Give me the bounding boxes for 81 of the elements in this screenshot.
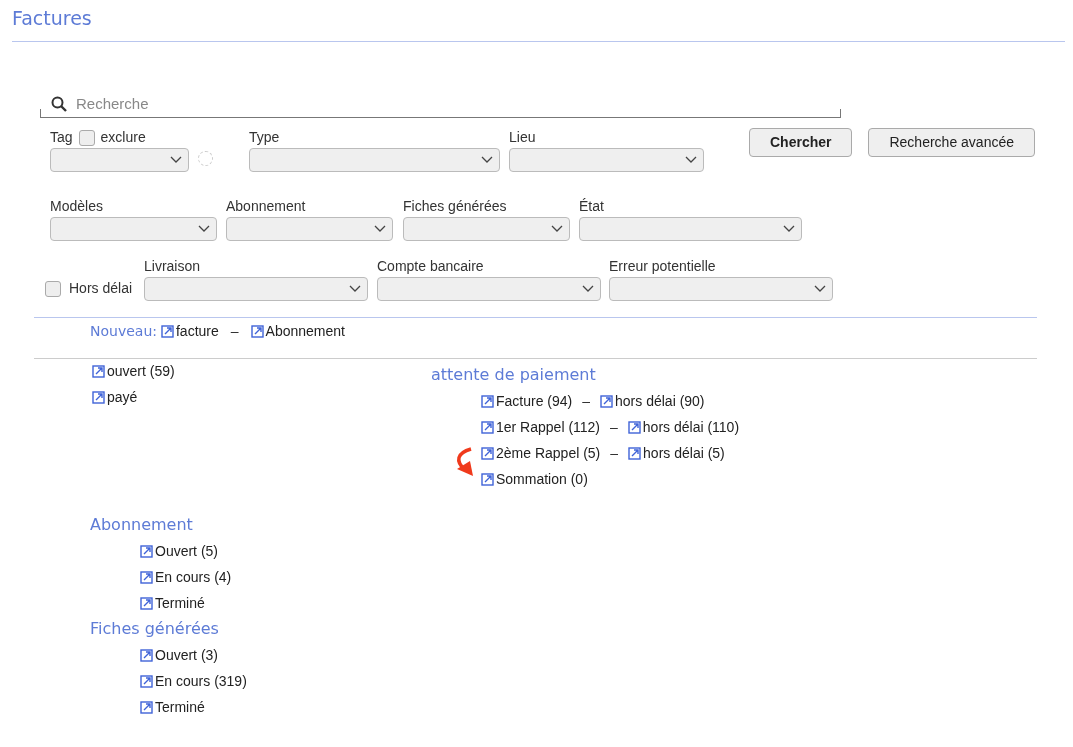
select-field[interactable] xyxy=(249,147,500,172)
page-title: Factures xyxy=(12,6,93,31)
chevron-down-icon xyxy=(783,224,795,233)
chevron-down-icon xyxy=(582,284,594,293)
external-link-icon xyxy=(161,325,174,338)
search-icon xyxy=(51,95,67,112)
link[interactable]: Facture (94) xyxy=(481,391,573,412)
external-link-icon xyxy=(627,421,641,434)
select-field[interactable] xyxy=(609,276,833,301)
select-field[interactable] xyxy=(403,216,570,241)
curved-arrow xyxy=(457,446,473,476)
link[interactable]: 2ème Rappel (5) xyxy=(481,443,601,464)
select-field[interactable] xyxy=(50,216,217,241)
link[interactable]: Abonnement xyxy=(250,321,345,342)
link[interactable]: hors délai (5) xyxy=(628,443,725,464)
link[interactable]: Terminé xyxy=(140,697,205,718)
field-label: Compte bancaire xyxy=(377,257,484,276)
link[interactable]: 1er Rappel (112) xyxy=(481,417,601,438)
link[interactable]: hors délai (110) xyxy=(627,417,740,438)
link[interactable]: hors délai (90) xyxy=(600,391,705,412)
link[interactable]: Ouvert (5) xyxy=(140,541,218,562)
section-heading: Abonnement xyxy=(90,513,194,536)
external-link-icon xyxy=(481,473,494,486)
select-field[interactable] xyxy=(509,147,704,172)
link[interactable]: facture xyxy=(161,321,219,342)
external-link-icon xyxy=(92,365,105,378)
checkbox[interactable] xyxy=(45,280,61,297)
chevron-down-icon xyxy=(551,224,563,233)
select-field[interactable] xyxy=(50,147,189,172)
field-label: Lieu xyxy=(509,128,536,147)
external-link-icon xyxy=(140,597,153,610)
checkbox[interactable] xyxy=(78,129,95,146)
external-link-icon xyxy=(140,675,153,688)
link[interactable]: Terminé xyxy=(140,593,205,614)
field-label: Erreur potentielle xyxy=(609,257,716,276)
new-label: Nouveau: xyxy=(90,322,157,341)
external-link-icon xyxy=(140,571,153,584)
checkbox-label: exclure xyxy=(100,128,146,147)
link[interactable]: En cours (319) xyxy=(140,671,247,692)
field-label: Abonnement xyxy=(226,197,306,216)
separator: – xyxy=(610,444,619,463)
external-link-icon xyxy=(250,325,264,338)
separator: – xyxy=(230,322,239,341)
section-heading: attente de paiement xyxy=(431,363,597,386)
select-field[interactable] xyxy=(377,276,601,301)
chevron-down-icon xyxy=(198,224,210,233)
link[interactable]: payé xyxy=(92,387,138,408)
external-link-icon xyxy=(140,545,153,558)
link[interactable]: Sommation (0) xyxy=(481,469,588,490)
select-field[interactable] xyxy=(144,276,368,301)
field-label: Fiches générées xyxy=(403,197,507,216)
external-link-icon xyxy=(628,447,642,460)
external-link-icon xyxy=(481,447,494,460)
external-link-icon xyxy=(140,701,153,714)
field-label: Tag xyxy=(50,128,73,147)
external-link-icon xyxy=(600,395,614,408)
select-field[interactable] xyxy=(579,216,802,241)
select-field[interactable] xyxy=(226,216,393,241)
separator: – xyxy=(582,392,591,411)
external-link-icon xyxy=(481,395,494,408)
field-label: Type xyxy=(249,128,280,147)
link[interactable]: En cours (4) xyxy=(140,567,232,588)
external-link-icon xyxy=(140,649,153,662)
external-link-icon xyxy=(92,391,105,404)
field-label: État xyxy=(579,197,604,216)
chevron-down-icon xyxy=(814,284,826,293)
external-link-icon xyxy=(481,421,494,434)
field-label: Livraison xyxy=(144,257,201,276)
link[interactable]: ouvert (59) xyxy=(92,361,175,382)
chevron-down-icon xyxy=(685,155,697,164)
checkbox-label: Hors délai xyxy=(69,279,133,298)
chevron-down-icon xyxy=(481,155,493,164)
chevron-down-icon xyxy=(170,155,182,164)
section-heading: Fiches générées xyxy=(90,617,220,640)
chevron-down-icon xyxy=(349,284,361,293)
field-label: Modèles xyxy=(50,197,103,216)
separator: – xyxy=(610,418,618,437)
chevron-down-icon xyxy=(374,224,386,233)
button[interactable]: Recherche avancée xyxy=(868,127,1035,157)
button[interactable]: Chercher xyxy=(749,127,853,157)
link[interactable]: Ouvert (3) xyxy=(140,645,218,666)
